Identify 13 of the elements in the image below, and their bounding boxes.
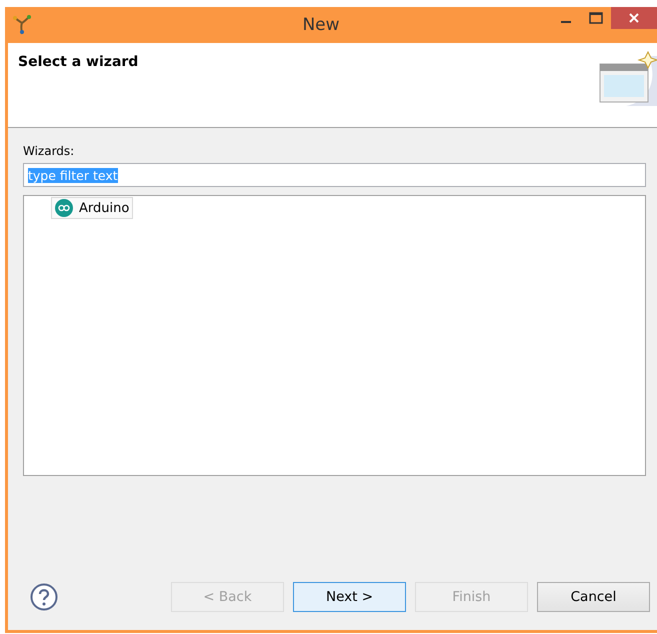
dialog-button[interactable]: Cancel	[537, 582, 650, 612]
page-title: Select a wizard	[18, 54, 138, 70]
close-icon	[628, 12, 640, 24]
dialog-button[interactable]: Next >	[293, 582, 406, 612]
maximize-icon	[589, 12, 603, 24]
infinity-icon	[55, 199, 73, 217]
minimize-icon	[561, 21, 571, 23]
window-title: New	[301, 15, 340, 35]
close-button[interactable]	[611, 7, 657, 29]
help-icon[interactable]	[30, 582, 58, 610]
app-icon	[13, 15, 31, 35]
tree-item[interactable]: Arduino	[51, 197, 134, 219]
wizards-label: Wizards:	[23, 144, 76, 158]
